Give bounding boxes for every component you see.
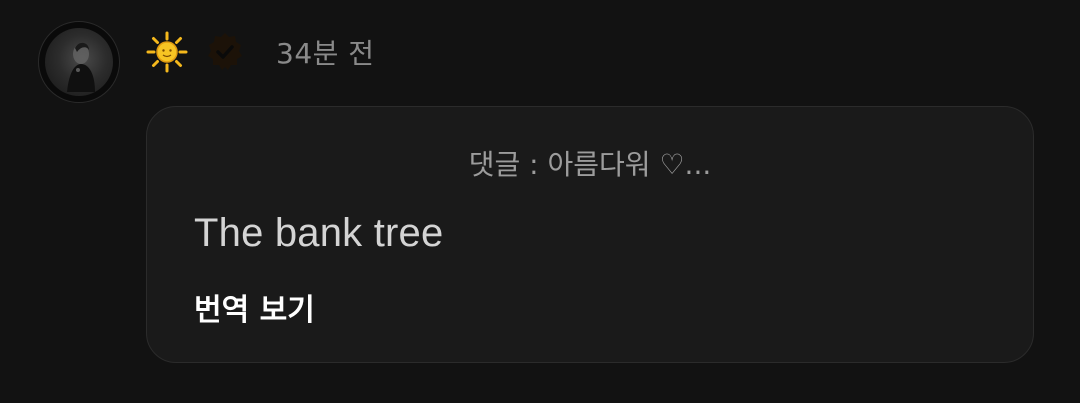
verified-icon — [204, 31, 246, 73]
avatar-image — [45, 28, 113, 96]
comment-bubble: 댓글 : 아름다워 ♡... The bank tree 번역 보기 — [146, 106, 1034, 363]
comment-text: The bank tree — [194, 211, 444, 255]
sun-icon — [146, 31, 188, 73]
timestamp: 34분 전 — [276, 37, 375, 70]
avatar[interactable] — [38, 21, 120, 103]
translate-button[interactable]: 번역 보기 — [194, 285, 315, 329]
comment-row: 34분 전 댓글 : 아름다워 ♡... The bank tree 번역 보기 — [0, 0, 1080, 403]
reply-context[interactable]: 댓글 : 아름다워 ♡... — [147, 143, 1033, 183]
comment-header: 34분 전 — [146, 28, 375, 76]
